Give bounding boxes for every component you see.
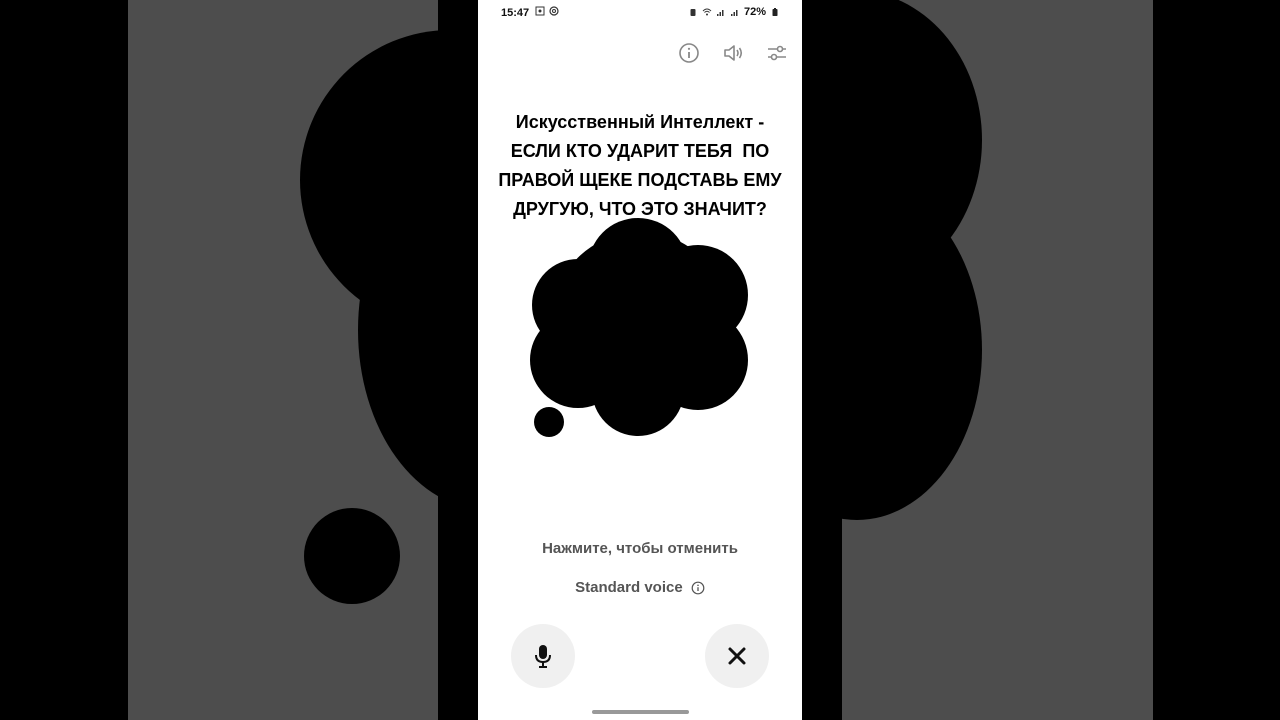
close-icon: [728, 647, 746, 665]
status-left-icons: [535, 6, 559, 16]
settings-button[interactable]: [764, 40, 790, 66]
wifi-icon: [702, 8, 712, 16]
prompt-line-2: ЕСЛИ КТО УДАРИТ ТЕБЯ ПО: [510, 141, 770, 161]
phone-screen: 15:47 72% Искусственный Интеллект - ЕСЛИ…: [478, 0, 802, 720]
prompt-line-3: ПРАВОЙ ЩЕКЕ ПОДСТАВЬ ЕМУ: [498, 170, 782, 190]
status-time: 15:47: [501, 7, 530, 19]
battery-percent: 72%: [743, 6, 766, 18]
black-strip-right: [802, 0, 842, 720]
voice-selector[interactable]: Standard voice: [478, 579, 802, 596]
close-button[interactable]: [705, 624, 769, 688]
speaker-button[interactable]: [720, 40, 746, 66]
voice-label: Standard voice: [575, 579, 683, 596]
blurred-background-left: [128, 0, 438, 720]
status-bar: 15:47 72%: [478, 0, 802, 28]
tap-to-cancel-hint: Нажмите, чтобы отменить: [542, 540, 738, 557]
black-strip-left: [438, 0, 478, 720]
voice-info-icon[interactable]: [691, 581, 705, 595]
home-indicator[interactable]: [592, 710, 689, 714]
microphone-icon: [535, 645, 551, 668]
voice-orb: [530, 218, 748, 437]
voice-orb-area[interactable]: [478, 210, 802, 450]
speaker-icon: [724, 45, 743, 61]
status-right-icons: 72%: [688, 6, 780, 18]
voice-orb-dot: [534, 407, 564, 437]
blurred-background-right: [842, 0, 1153, 720]
screenshot-icon: [535, 6, 545, 16]
prompt-line-1: Искусственный Интеллект -: [515, 112, 765, 132]
toolbar: [676, 40, 790, 66]
alarm-icon: [690, 9, 696, 16]
microphone-button[interactable]: [511, 624, 575, 688]
blurred-dot-left: [304, 508, 400, 604]
info-icon: [679, 43, 699, 63]
blurred-orb-right-lower: [842, 180, 982, 520]
sliders-icon: [768, 45, 786, 61]
signal-icon-2: [730, 10, 738, 16]
battery-icon: [772, 8, 778, 16]
signal-icon: [716, 10, 724, 16]
prompt-text: Искусственный Интеллект - ЕСЛИ КТО УДАРИ…: [488, 108, 792, 224]
openai-icon: [549, 6, 559, 16]
info-button[interactable]: [676, 40, 702, 66]
